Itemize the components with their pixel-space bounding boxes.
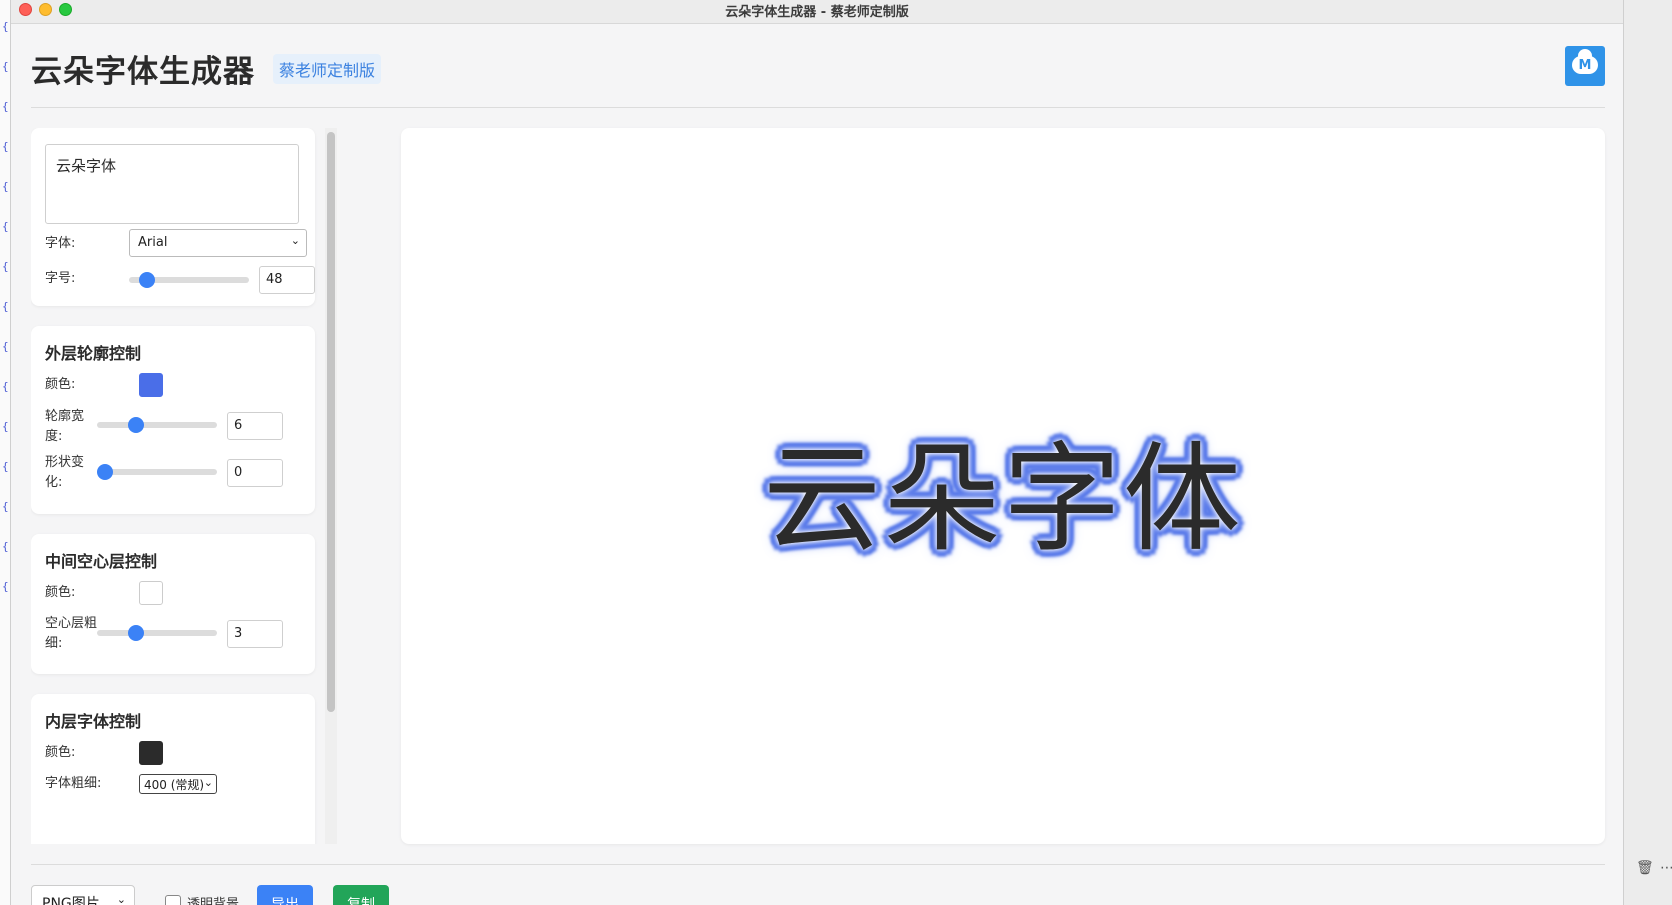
inner-weight-label: 字体粗细:: [45, 776, 102, 791]
middle-thickness-slider[interactable]: [97, 625, 217, 641]
edition-badge: 蔡老师定制版: [273, 54, 382, 84]
code-glyph: {: [2, 100, 9, 113]
code-glyph: {: [2, 500, 9, 513]
inner-panel-title: 内层字体控制: [45, 712, 142, 731]
inner-weight-select[interactable]: 400 (常规) ⌄: [139, 774, 217, 794]
background-right-panel: 🗑 ⋯: [1624, 0, 1672, 905]
export-format-select[interactable]: PNG图片 ⌄: [31, 885, 135, 905]
code-glyph: {: [2, 460, 9, 473]
middle-thickness-slider-thumb[interactable]: [128, 625, 144, 641]
outer-shape-label: 形状变化:: [45, 455, 85, 490]
middle-color-picker[interactable]: [139, 581, 163, 605]
middle-thickness-input[interactable]: 3: [227, 620, 283, 648]
app-header: 云朵字体生成器 蔡老师定制版 M: [31, 44, 1605, 108]
text-input[interactable]: 云朵字体: [45, 144, 299, 224]
copy-button[interactable]: 复制: [333, 885, 389, 905]
code-glyph: {: [2, 300, 9, 313]
app-title: 云朵字体生成器: [31, 54, 255, 90]
inner-weight-value: 400 (常规): [144, 778, 205, 792]
app-window: 云朵字体生成器 - 蔡老师定制版 云朵字体生成器 蔡老师定制版 M 云朵字体 字…: [10, 0, 1624, 905]
code-glyph: {: [2, 380, 9, 393]
font-select-value: Arial: [138, 235, 168, 250]
outer-outline-panel: 外层轮廓控制 颜色: 轮廓宽度: 6 形状变化: 0: [31, 326, 315, 514]
preview-canvas: 云朵字体: [401, 128, 1605, 844]
code-glyph: {: [2, 340, 9, 353]
bottom-divider: [31, 864, 1605, 865]
outer-color-label: 颜色:: [45, 377, 76, 392]
size-slider-thumb[interactable]: [139, 272, 155, 288]
control-sidebar: 云朵字体 字体: Arial ⌄ 字号: 48 外层轮廓控制 颜色: 轮廓宽度:…: [31, 128, 341, 844]
middle-color-label: 颜色:: [45, 585, 76, 600]
inner-font-panel: 内层字体控制 颜色: 字体粗细: 400 (常规) ⌄: [31, 694, 315, 844]
outer-panel-title: 外层轮廓控制: [45, 344, 142, 363]
font-select[interactable]: Arial ⌄: [129, 229, 307, 257]
code-glyph: {: [2, 260, 9, 273]
inner-color-picker[interactable]: [139, 741, 163, 765]
code-glyph: {: [2, 140, 9, 153]
middle-panel-title: 中间空心层控制: [45, 552, 158, 571]
outer-width-slider-thumb[interactable]: [128, 417, 144, 433]
outer-color-picker[interactable]: [139, 373, 163, 397]
code-glyph: {: [2, 180, 9, 193]
code-glyph: {: [2, 420, 9, 433]
size-input[interactable]: 48: [259, 266, 315, 294]
font-label: 字体:: [45, 236, 76, 251]
cloud-text-preview: 云朵字体: [761, 429, 1243, 570]
transparent-background-checkbox[interactable]: [165, 895, 181, 905]
code-glyph: {: [2, 60, 9, 73]
chevron-down-icon: ⌄: [290, 234, 300, 247]
export-button[interactable]: 导出: [257, 885, 313, 905]
export-format-value: PNG图片: [42, 896, 100, 905]
basic-settings-panel: 云朵字体 字体: Arial ⌄ 字号: 48: [31, 128, 315, 306]
outer-shape-input[interactable]: 0: [227, 459, 283, 487]
more-icon[interactable]: ⋯: [1660, 860, 1672, 876]
chevron-down-icon: ⌄: [116, 893, 126, 905]
size-label: 字号:: [45, 271, 76, 286]
code-glyph: {: [2, 20, 9, 33]
chevron-down-icon: ⌄: [203, 776, 213, 789]
trash-icon[interactable]: 🗑: [1636, 860, 1654, 876]
outer-width-input[interactable]: 6: [227, 412, 283, 440]
code-glyph: {: [2, 580, 9, 593]
inner-color-label: 颜色:: [45, 745, 76, 760]
middle-hollow-panel: 中间空心层控制 颜色: 空心层粗细: 3: [31, 534, 315, 674]
outer-shape-slider[interactable]: [97, 464, 217, 480]
outer-width-slider[interactable]: [97, 417, 217, 433]
logo-letter: M: [1578, 58, 1592, 73]
transparent-background-label: 透明背景: [187, 897, 240, 905]
outer-shape-slider-thumb[interactable]: [97, 464, 113, 480]
outer-width-label: 轮廓宽度:: [45, 409, 85, 444]
code-glyph: {: [2, 220, 9, 233]
app-logo-icon: M: [1565, 46, 1605, 86]
size-slider[interactable]: [129, 272, 249, 288]
titlebar: 云朵字体生成器 - 蔡老师定制版: [11, 0, 1623, 24]
middle-thickness-label: 空心层粗细:: [45, 616, 98, 651]
code-glyph: {: [2, 540, 9, 553]
window-title: 云朵字体生成器 - 蔡老师定制版: [725, 5, 909, 20]
